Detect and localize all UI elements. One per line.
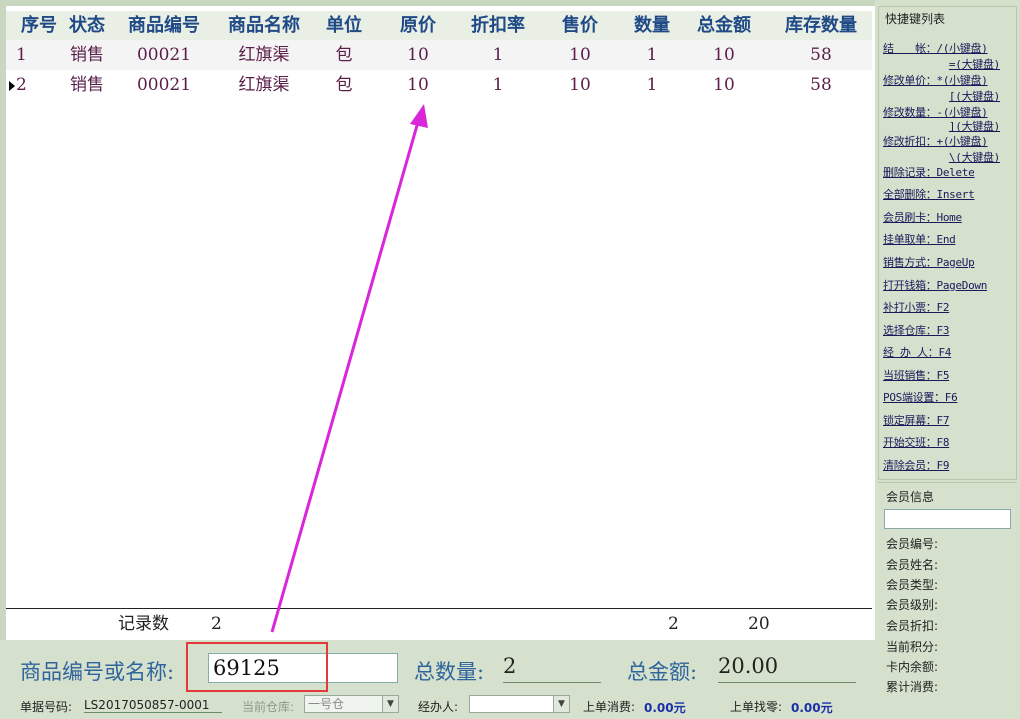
cell-discount: 1 — [492, 75, 504, 95]
cell-no: 2 — [16, 75, 27, 95]
member-type-label: 会员类型: — [886, 578, 939, 592]
footer-amount-total: 20 — [748, 614, 770, 634]
last-spend-value: 0.00元 — [644, 701, 686, 715]
cell-stock: 58 — [810, 45, 832, 65]
cell-discount: 1 — [492, 45, 504, 65]
grid-header: 序号 状态 商品编号 商品名称 单位 原价 折扣率 售价 数量 总金额 库存数量 — [6, 11, 872, 41]
shortcut-clear-member[interactable]: 清除会员：F9 — [883, 457, 949, 473]
shortcut-edit-discount[interactable]: 修改折扣：+(小键盘) — [883, 133, 988, 149]
shortcut-sale-mode[interactable]: 销售方式：PageUp — [883, 254, 975, 270]
warehouse-select-value: 一号仓 — [308, 697, 345, 711]
receipt-no-value: LS2017050857-0001 — [84, 698, 222, 713]
cell-price: 10 — [569, 75, 591, 95]
cell-unit: 包 — [335, 75, 353, 95]
member-info: 会员信息 会员编号: 会员姓名: 会员类型: 会员级别: 会员折扣: 当前积分:… — [878, 482, 1017, 715]
cell-orig-price: 10 — [407, 45, 429, 65]
cell-code: 00021 — [136, 45, 192, 65]
col-header-status[interactable]: 状态 — [64, 11, 110, 41]
shortcut-handover[interactable]: 开始交班：F8 — [883, 434, 949, 450]
shortcut-edit-qty-alt[interactable]: ](大键盘) — [949, 118, 1000, 134]
shortcut-reprint[interactable]: 补打小票：F2 — [883, 299, 949, 315]
cell-stock: 58 — [810, 75, 832, 95]
last-change-value: 0.00元 — [791, 701, 833, 715]
member-total-spend-label: 累计消费: — [886, 680, 939, 694]
shortcut-handler[interactable]: 经 办 人：F4 — [883, 344, 951, 360]
cell-status: 销售 — [70, 45, 104, 65]
col-header-discount[interactable]: 折扣率 — [458, 11, 538, 41]
highlight-box — [186, 642, 328, 692]
member-points-label: 当前积分: — [886, 640, 939, 654]
cell-qty: 1 — [646, 75, 658, 95]
member-name-label: 会员姓名: — [886, 558, 939, 572]
col-header-name[interactable]: 商品名称 — [214, 11, 314, 41]
shortcut-warehouse[interactable]: 选择仓库：F3 — [883, 322, 949, 338]
shortcut-member-card[interactable]: 会员刷卡：Home — [883, 209, 962, 225]
total-amount-label: 总金额: — [627, 660, 698, 684]
cell-amount: 10 — [713, 45, 735, 65]
cell-name: 红旗渠 — [238, 75, 290, 95]
col-header-amount[interactable]: 总金额 — [684, 11, 764, 41]
shortcut-edit-discount-alt[interactable]: \(大键盘) — [949, 149, 1000, 165]
shortcut-pos-settings[interactable]: POS端设置：F6 — [883, 389, 958, 405]
cell-code: 00021 — [136, 75, 192, 95]
col-header-qty[interactable]: 数量 — [622, 11, 682, 41]
cell-qty: 1 — [646, 45, 658, 65]
member-no-label: 会员编号: — [886, 537, 939, 551]
cell-name: 红旗渠 — [238, 45, 290, 65]
cell-status: 销售 — [70, 75, 104, 95]
warehouse-select[interactable]: 一号仓 ▼ — [304, 695, 399, 713]
shortcut-list-title: 快捷键列表 — [885, 12, 946, 26]
handler-select[interactable]: ▼ — [469, 695, 570, 713]
record-count-label: 记录数 — [118, 614, 169, 634]
member-level-label: 会员级别: — [886, 598, 939, 612]
product-code-label: 商品编号或名称: — [20, 660, 175, 684]
member-discount-label: 会员折扣: — [886, 619, 939, 633]
table-row[interactable]: 1 销售 00021 红旗渠 包 10 1 10 1 10 58 — [6, 40, 872, 70]
shortcut-hold-order[interactable]: 挂单取单：End — [883, 231, 956, 247]
table-row[interactable]: 2 销售 00021 红旗渠 包 10 1 10 1 10 58 — [6, 70, 872, 100]
shortcut-delete-record[interactable]: 删除记录：Delete — [883, 164, 975, 180]
shortcut-edit-price[interactable]: 修改单价：*(小键盘) — [883, 72, 988, 88]
shortcut-checkout[interactable]: 结 帐：/(小键盘) — [883, 40, 988, 56]
col-header-code[interactable]: 商品编号 — [114, 11, 214, 41]
col-header-stock[interactable]: 库存数量 — [776, 11, 866, 41]
right-panel: 快捷键列表 结 帐：/(小键盘) =(大键盘) 修改单价：*(小键盘) [(大键… — [875, 0, 1020, 719]
record-count-value: 2 — [211, 614, 222, 634]
last-spend-label: 上单消费: — [583, 700, 636, 714]
last-change-label: 上单找零: — [730, 700, 783, 714]
shortcut-delete-all[interactable]: 全部删除：Insert — [883, 186, 975, 202]
member-search-input[interactable] — [884, 509, 1011, 529]
shortcut-checkout-alt[interactable]: =(大键盘) — [949, 56, 1000, 72]
col-header-orig-price[interactable]: 原价 — [388, 11, 448, 41]
cell-orig-price: 10 — [407, 75, 429, 95]
footer-qty-total: 2 — [668, 614, 679, 634]
member-info-title: 会员信息 — [886, 490, 935, 504]
cell-amount: 10 — [713, 75, 735, 95]
current-row-pointer-icon — [9, 81, 15, 91]
shortcut-shift-sales[interactable]: 当班销售：F5 — [883, 367, 949, 383]
col-header-no[interactable]: 序号 — [14, 11, 64, 41]
total-amount-value: 20.00 — [718, 654, 856, 683]
shortcut-lock-screen[interactable]: 锁定屏幕：F7 — [883, 412, 949, 428]
chevron-down-icon[interactable]: ▼ — [553, 696, 569, 712]
col-header-price[interactable]: 售价 — [550, 11, 610, 41]
shortcut-open-drawer[interactable]: 打开钱箱：PageDown — [883, 277, 987, 293]
col-header-unit[interactable]: 单位 — [314, 11, 374, 41]
cell-no: 1 — [16, 45, 27, 65]
total-qty-label: 总数量: — [414, 660, 485, 684]
handler-label: 经办人: — [418, 700, 459, 714]
member-balance-label: 卡内余额: — [886, 660, 939, 674]
cell-unit: 包 — [335, 45, 353, 65]
grid-footer: 记录数 2 2 20 — [6, 608, 872, 639]
pos-window: 序号 状态 商品编号 商品名称 单位 原价 折扣率 售价 数量 总金额 库存数量… — [0, 0, 1020, 719]
entry-panel: 商品编号或名称: 69125 总数量: 2 总金额: 20.00 单据号码: L… — [0, 640, 875, 719]
cell-price: 10 — [569, 45, 591, 65]
total-qty-value: 2 — [503, 654, 601, 683]
shortcut-edit-price-alt[interactable]: [(大键盘) — [949, 88, 1000, 104]
warehouse-label: 当前仓库: — [242, 700, 295, 714]
receipt-no-label: 单据号码: — [20, 700, 73, 714]
chevron-down-icon[interactable]: ▼ — [382, 696, 398, 712]
